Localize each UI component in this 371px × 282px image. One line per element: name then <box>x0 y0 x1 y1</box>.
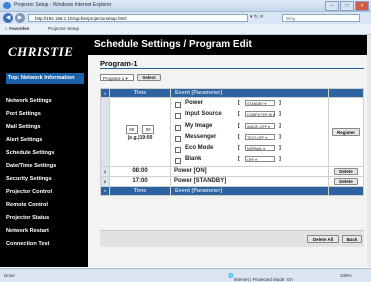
minimize-button[interactable]: – <box>325 1 339 11</box>
program-title: Program-1 <box>100 59 138 68</box>
table-row: 1 08:00 Power [ON] Delete <box>100 165 364 177</box>
security-zone: 🌐 Internet | Protected Mode: On <box>228 273 293 282</box>
delete-button[interactable]: Delete <box>334 167 358 175</box>
sidebar-item-projector-control[interactable]: Projector Control <box>6 186 86 199</box>
new-entry-row: 00 : 00 (e.g.)19:00 Power[STANDBY ▾] Inp… <box>100 97 364 167</box>
hour-input[interactable]: 00 <box>125 124 138 134</box>
sidebar-item-projector-status[interactable]: Projector Status <box>6 212 86 225</box>
back-button[interactable]: Back <box>342 235 362 243</box>
tab-projector-setup[interactable]: Projector Setup <box>48 26 79 31</box>
sidebar: CHRISTIE Top: Network Information Networ… <box>0 35 88 267</box>
time-footer: Time <box>109 185 171 196</box>
row-index: 2 <box>100 175 110 187</box>
sidebar-item-security-settings[interactable]: Security Settings <box>6 173 86 186</box>
action-header <box>328 88 364 98</box>
ie-icon <box>3 2 11 9</box>
time-entry-cell: 00 : 00 (e.g.)19:00 <box>109 97 171 167</box>
vertical-scrollbar[interactable] <box>367 35 371 267</box>
url-field[interactable]: http://192.168.1.10/cgi-bin/projectorset… <box>28 14 248 22</box>
sidebar-item-alert-settings[interactable]: Alert Settings <box>6 134 86 147</box>
index-footer: # <box>100 185 110 196</box>
row-event: Power [ON] <box>170 165 329 177</box>
row-action-cell: Delete <box>328 175 364 187</box>
register-button[interactable]: Register <box>332 127 360 136</box>
sidebar-item-connection-test[interactable]: Connection Test <box>6 238 86 251</box>
sidebar-menu: Network Settings Port Settings Mail Sett… <box>6 95 86 251</box>
eco-mode-checkbox[interactable] <box>175 147 181 154</box>
index-header: # <box>100 88 110 98</box>
sidebar-item-port-settings[interactable]: Port Settings <box>6 108 86 121</box>
power-checkbox[interactable] <box>175 102 181 108</box>
back-arrow-icon[interactable]: ◀ <box>3 13 13 23</box>
my-image-checkbox[interactable] <box>175 124 181 131</box>
minute-input[interactable]: 00 <box>142 124 155 134</box>
register-cell: Register <box>328 97 364 167</box>
messenger-param-select[interactable]: TEXT-OFF ▾ <box>245 133 275 140</box>
table-row: 2 17:00 Power [STANDBY] Delete <box>100 175 364 187</box>
favorites-button[interactable]: ☆ Favorites <box>4 26 29 32</box>
row-index: 1 <box>100 165 110 177</box>
footer-actions: Delete All Back <box>100 230 364 247</box>
time-hint: (e.g.)19:00 <box>127 134 153 141</box>
sidebar-item-network-settings[interactable]: Network Settings <box>6 95 86 108</box>
messenger-label: Messenger <box>185 133 217 140</box>
sidebar-item-remote-control[interactable]: Remote Control <box>6 199 86 212</box>
refresh-stop-icons[interactable]: ▾ ↻ ✕ <box>250 14 264 20</box>
event-entry-cell: Power[STANDBY ▾] Input Source[COMPUTER I… <box>170 97 329 167</box>
my-image-param-select[interactable]: IMAGE-OFF ▾ <box>245 122 275 129</box>
power-param-select[interactable]: STANDBY ▾ <box>245 100 275 106</box>
sidebar-item-mail-settings[interactable]: Mail Settings <box>6 121 86 134</box>
input-source-label: Input Source <box>185 111 222 118</box>
select-button[interactable]: Select <box>137 74 161 81</box>
action-footer <box>328 185 364 196</box>
power-label: Power <box>185 100 204 106</box>
delete-all-button[interactable]: Delete All <box>307 235 339 243</box>
browser-window: Projector Setup - Windows Internet Explo… <box>0 0 371 282</box>
address-bar: ◀ ▶ http://192.168.1.10/cgi-bin/projecto… <box>0 12 371 24</box>
row-time: 17:00 <box>109 175 171 187</box>
main-panel: Schedule Settings / Program Edit Program… <box>88 35 367 267</box>
divider <box>100 68 364 69</box>
favorites-bar: ☆ Favorites Projector Setup <box>0 24 371 35</box>
time-header: Time <box>109 88 171 98</box>
title-bar: Projector Setup - Windows Internet Explo… <box>0 0 371 12</box>
page-content: CHRISTIE Top: Network Information Networ… <box>0 35 371 267</box>
sidebar-item-date-time-settings[interactable]: Date/Time Settings <box>6 160 86 173</box>
close-button[interactable]: × <box>355 1 369 11</box>
new-entry-index <box>100 97 110 167</box>
eco-mode-label: Eco Mode <box>185 145 214 152</box>
input-source-param-select[interactable]: COMPUTER IN ▾ <box>245 111 275 118</box>
blank-label: Blank <box>185 156 202 163</box>
row-action-cell: Delete <box>328 165 364 177</box>
delete-button[interactable]: Delete <box>334 177 358 185</box>
input-source-checkbox[interactable] <box>175 113 181 120</box>
page-title: Schedule Settings / Program Edit <box>88 35 367 55</box>
blank-checkbox[interactable] <box>175 158 181 165</box>
eco-mode-param-select[interactable]: NORMAL ▾ <box>245 145 275 152</box>
search-field[interactable]: Bing <box>282 14 360 22</box>
row-time: 08:00 <box>109 165 171 177</box>
program-select[interactable]: Program-1 ▾ <box>100 74 134 81</box>
event-header: Event [Parameter] <box>170 88 329 98</box>
schedule-table: # Time Event [Parameter] 00 : 00 (e.g.)1… <box>100 88 364 196</box>
row-event: Power [STANDBY] <box>170 175 329 187</box>
forward-arrow-icon[interactable]: ▶ <box>15 13 25 23</box>
zoom-level[interactable]: 100% <box>340 273 352 278</box>
status-bar: Done 🌐 Internet | Protected Mode: On 100… <box>0 268 371 282</box>
messenger-checkbox[interactable] <box>175 135 181 142</box>
blank-param-select[interactable]: OFF ▾ <box>245 156 275 163</box>
window-title: Projector Setup - Windows Internet Explo… <box>14 2 112 8</box>
status-text: Done <box>4 273 15 278</box>
sidebar-item-schedule-settings[interactable]: Schedule Settings <box>6 147 86 160</box>
event-footer: Event [Parameter] <box>170 185 329 196</box>
sidebar-item-top[interactable]: Top: Network Information <box>6 73 84 84</box>
my-image-label: My Image <box>185 122 213 129</box>
maximize-button[interactable]: □ <box>340 1 354 11</box>
sidebar-item-network-restart[interactable]: Network Restart <box>6 225 86 238</box>
christie-logo: CHRISTIE <box>8 44 74 59</box>
